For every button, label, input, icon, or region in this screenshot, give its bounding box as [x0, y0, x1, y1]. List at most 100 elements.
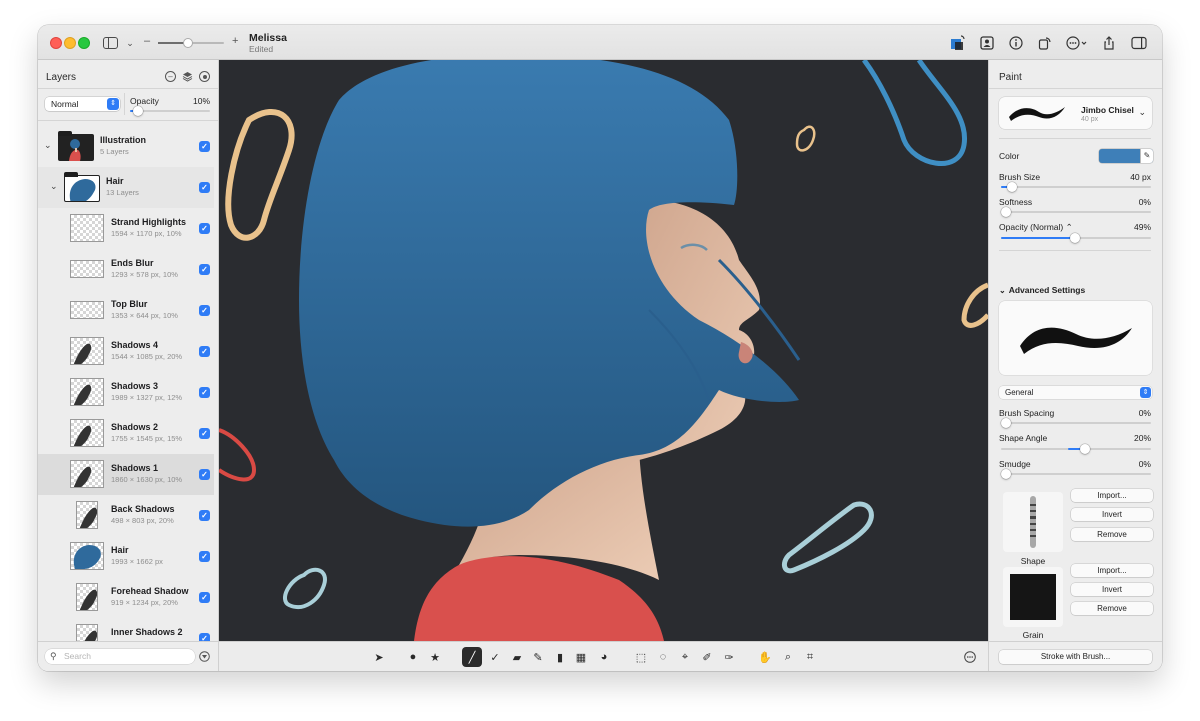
sidebar-toggle-button[interactable]	[100, 34, 120, 52]
arrange-button[interactable]	[949, 34, 967, 52]
grain-import-button[interactable]: Import...	[1071, 564, 1153, 577]
layer-visibility-checkbox[interactable]: ✓	[199, 346, 210, 357]
rect-select-tool-icon[interactable]: ⬚	[631, 647, 651, 667]
slider-knob[interactable]	[1001, 418, 1011, 428]
layer-group-row[interactable]: ⌄ Illustration 5 Layers ✓	[38, 126, 214, 167]
color-well[interactable]: ✎	[1099, 149, 1153, 163]
info-button[interactable]	[1007, 34, 1025, 52]
disclosure-chevron-icon[interactable]: ⌄	[44, 140, 52, 151]
grain-remove-button[interactable]: Remove	[1071, 602, 1153, 615]
erase-tool-icon[interactable]: ▰	[507, 647, 527, 667]
lasso-select-tool-icon[interactable]: ⌖	[675, 647, 695, 667]
paint-opacity-slider[interactable]	[1001, 233, 1151, 243]
advanced-settings-toggle[interactable]: ⌄ Advanced Settings	[999, 285, 1085, 295]
zoom-out-button[interactable]: –	[144, 35, 150, 47]
layer-visibility-checkbox[interactable]: ✓	[199, 141, 210, 152]
grain-invert-button[interactable]: Invert	[1071, 583, 1153, 596]
zoom-tool-icon[interactable]: ⌕	[778, 647, 798, 667]
blend-mode-select[interactable]: Normal ⇕	[45, 97, 120, 111]
slider-knob[interactable]	[1069, 233, 1080, 243]
grain-texture-preview[interactable]	[1003, 567, 1063, 627]
layer-visibility-checkbox[interactable]: ✓	[199, 223, 210, 234]
hand-tool-icon[interactable]: ✋	[755, 647, 775, 667]
remove-layer-icon[interactable]: –	[165, 71, 176, 82]
brush-spacing-slider[interactable]	[1001, 418, 1151, 428]
zoom-slider-knob[interactable]	[182, 38, 193, 48]
brush-picker[interactable]: Jimbo Chisel 40 px ⌄	[999, 97, 1152, 129]
close-window-button[interactable]	[50, 37, 62, 49]
layer-row[interactable]: Back Shadows 498 × 803 px, 20% ✓	[38, 495, 214, 536]
canvas[interactable]	[219, 60, 988, 641]
slider-knob[interactable]	[1001, 207, 1011, 217]
brush-select-tool-icon[interactable]: ✐	[697, 647, 717, 667]
favorite-tool-icon[interactable]: ★	[425, 647, 445, 667]
layer-group-row[interactable]: ⌄ Hair 13 Layers ✓	[38, 167, 214, 208]
brush-tool-icon[interactable]: ✓	[485, 647, 505, 667]
shape-invert-button[interactable]: Invert	[1071, 508, 1153, 521]
filter-icon[interactable]	[199, 651, 210, 662]
layer-visibility-checkbox[interactable]: ✓	[199, 510, 210, 521]
layer-visibility-checkbox[interactable]: ✓	[199, 469, 210, 480]
color-select-tool-icon[interactable]: ✑	[719, 647, 739, 667]
shape-texture-preview[interactable]	[1003, 492, 1063, 552]
layers-search-input[interactable]: ⚲ Search	[45, 649, 195, 664]
shape-angle-slider[interactable]	[1001, 444, 1151, 454]
disclosure-chevron-icon[interactable]: ⌄	[50, 181, 58, 192]
layer-row[interactable]: Shadows 4 1544 × 1085 px, 20% ✓	[38, 331, 214, 372]
layer-row[interactable]: Shadows 2 1755 × 1545 px, 15% ✓	[38, 413, 214, 454]
toolbar-more-button[interactable]	[960, 647, 980, 667]
share-button[interactable]	[1100, 34, 1118, 52]
crop-tool-icon[interactable]: ⌗	[800, 647, 820, 667]
layer-row[interactable]: Forehead Shadow 919 × 1234 px, 20% ✓	[38, 577, 214, 618]
softness-slider[interactable]	[1001, 207, 1151, 217]
rotate-button[interactable]	[1036, 34, 1054, 52]
slider-knob[interactable]	[133, 106, 143, 116]
layer-visibility-checkbox[interactable]: ✓	[199, 551, 210, 562]
layer-row[interactable]: Top Blur 1353 × 644 px, 10% ✓	[38, 290, 214, 331]
layer-visibility-checkbox[interactable]: ✓	[199, 428, 210, 439]
stroke-with-brush-button[interactable]: Stroke with Brush...	[999, 650, 1152, 664]
gradient-tool-icon[interactable]: ▦	[571, 647, 591, 667]
fill-tool-icon[interactable]: ▮	[550, 647, 570, 667]
smudge-tool-icon[interactable]: ◕	[594, 647, 614, 667]
paint-opacity-value: 49%	[1133, 222, 1151, 232]
minimize-window-button[interactable]	[64, 37, 76, 49]
color-picker-tool-icon[interactable]: ✎	[528, 647, 548, 667]
layer-visibility-checkbox[interactable]: ✓	[199, 305, 210, 316]
layer-visibility-checkbox[interactable]: ✓	[199, 264, 210, 275]
ellipse-select-tool-icon[interactable]: ◌	[653, 647, 673, 667]
brush-size-slider[interactable]	[1001, 182, 1151, 192]
shape-remove-button[interactable]: Remove	[1071, 528, 1153, 541]
blend-tool-icon[interactable]: ●	[403, 647, 423, 667]
layer-row[interactable]: Shadows 3 1989 × 1327 px, 12% ✓	[38, 372, 214, 413]
paint-tool-icon[interactable]: ╱	[462, 647, 482, 667]
layer-row[interactable]: Inner Shadows 2906 × 1170 px, 20%✓	[38, 618, 214, 641]
slider-knob[interactable]	[1006, 182, 1017, 192]
eyedropper-icon[interactable]: ✎	[1140, 149, 1153, 163]
layer-opacity-slider[interactable]	[130, 106, 210, 116]
shape-import-button[interactable]: Import...	[1071, 489, 1153, 502]
view-menu-chevron-icon[interactable]: ⌄	[120, 34, 140, 52]
layer-visibility-checkbox[interactable]: ✓	[199, 387, 210, 398]
smudge-slider[interactable]	[1001, 469, 1151, 479]
layer-visibility-checkbox[interactable]: ✓	[199, 592, 210, 603]
opacity-mode-label[interactable]: Opacity (Normal) ⌃	[999, 222, 1073, 233]
fullscreen-window-button[interactable]	[78, 37, 90, 49]
zoom-slider[interactable]	[158, 38, 224, 48]
slider-knob[interactable]	[1080, 444, 1090, 454]
layer-row[interactable]: Shadows 1 1860 × 1630 px, 10% ✓	[38, 454, 214, 495]
slider-knob[interactable]	[1001, 469, 1011, 479]
contact-button[interactable]	[978, 34, 996, 52]
add-layer-icon[interactable]	[199, 71, 210, 82]
settings-category-select[interactable]: General ⇕	[999, 386, 1152, 399]
layer-row[interactable]: Ends Blur 1293 × 578 px, 10% ✓	[38, 249, 214, 290]
layer-visibility-checkbox[interactable]: ✓	[199, 182, 210, 193]
zoom-in-button[interactable]: +	[232, 35, 238, 47]
select-tool-icon[interactable]: ➤	[369, 647, 389, 667]
more-menu-button[interactable]	[1065, 34, 1091, 52]
inspector-toggle-button[interactable]	[1130, 34, 1148, 52]
layer-visibility-checkbox[interactable]: ✓	[199, 633, 210, 641]
layers-stack-icon[interactable]	[182, 71, 193, 82]
layer-row[interactable]: Strand Highlights 1594 × 1170 px, 10% ✓	[38, 208, 214, 249]
layer-row[interactable]: Hair 1993 × 1662 px ✓	[38, 536, 214, 577]
